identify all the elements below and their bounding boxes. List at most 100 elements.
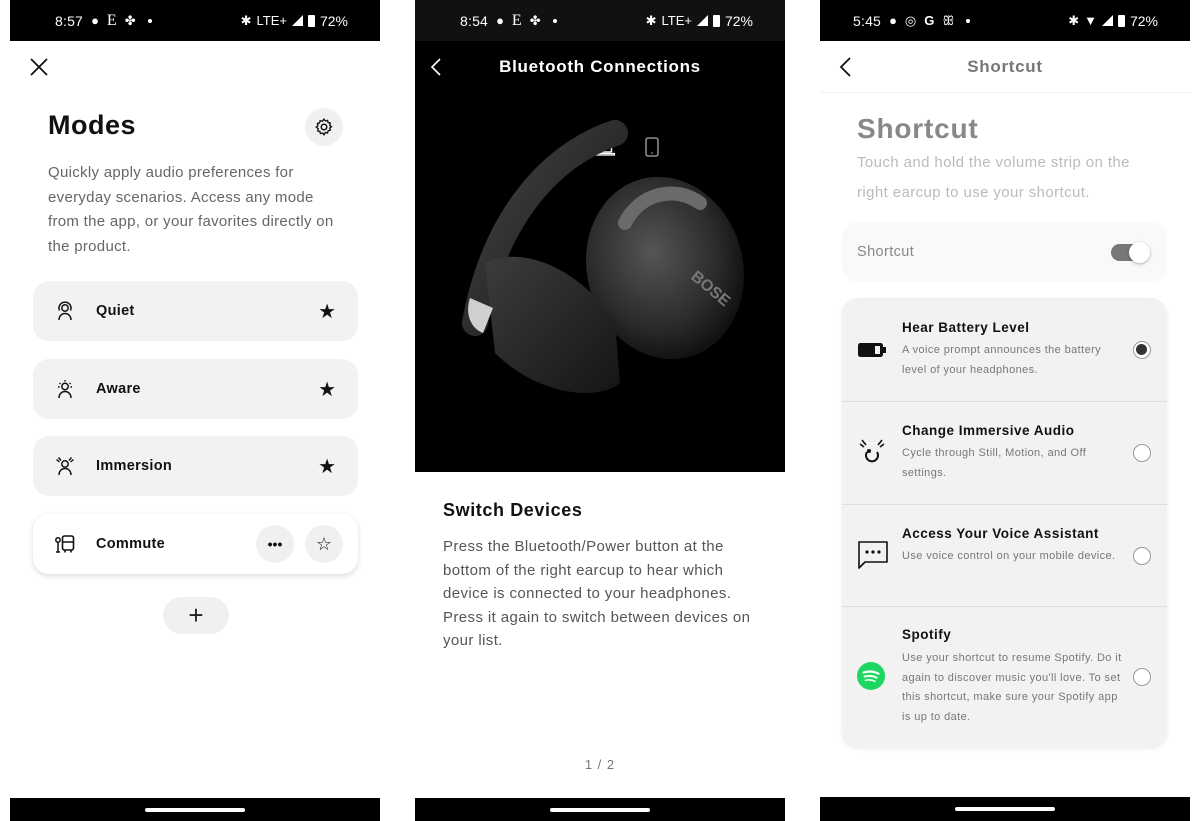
aware-mode-icon [58, 380, 72, 399]
status-time: 8:54 [460, 12, 489, 29]
option-spotify[interactable]: Spotify Use your shortcut to resume Spot… [842, 606, 1167, 747]
network-type: LTE+ [661, 13, 692, 28]
app-header: Bluetooth Connections [415, 41, 785, 93]
signal-icon [696, 15, 708, 26]
shortcut-toggle[interactable] [1111, 242, 1150, 263]
headphones-image: BOSE [415, 93, 785, 472]
section-description: Press the Bluetooth/Power button at the … [443, 538, 751, 649]
wifi-icon: ▼ [1084, 13, 1097, 28]
page-indicator: 1 / 2 [584, 757, 616, 772]
mode-label: Immersion [96, 458, 173, 474]
network-type: LTE+ [256, 13, 287, 28]
battery-percent: 72% [724, 12, 753, 29]
settings-button[interactable] [305, 108, 343, 146]
commute-mode-icon [55, 535, 75, 553]
page-title: Modes [48, 110, 137, 140]
gear-icon [315, 118, 333, 136]
battery-icon [307, 14, 315, 27]
favorite-star-filled-icon[interactable]: ★ [318, 454, 336, 479]
e-app-icon: E [106, 11, 117, 29]
bluetooth-connections-screen: 8:54 ● E ✤ ✱ LTE+ 72% Bluetooth Connecti… [415, 0, 785, 821]
status-bar: 8:54 ● E ✤ ✱ LTE+ 72% [415, 0, 785, 41]
people-icon: ꕥ [942, 13, 955, 28]
pinwheel-icon: ✤ [124, 13, 136, 28]
status-bar: 5:45 ● ◎ G ꕥ ✱ ▼ 72% [820, 0, 1190, 41]
more-notifications-dot [147, 18, 152, 23]
header-title: Bluetooth Connections [499, 57, 701, 76]
more-notifications-dot [966, 18, 971, 23]
more-notifications-dot [552, 18, 557, 23]
mode-card-commute[interactable]: Commute ••• ☆ [33, 514, 358, 574]
status-bar: 8:57 ● E ✤ ✱ LTE+ 72% [10, 0, 380, 41]
add-mode-button[interactable]: + [163, 597, 229, 634]
google-icon: G [924, 13, 935, 28]
option-title: Hear Battery Level [902, 320, 1030, 335]
toggle-knob [1129, 242, 1150, 263]
shortcut-toggle-row: Shortcut [842, 222, 1167, 282]
shortcut-screen: 5:45 ● ◎ G ꕥ ✱ ▼ 72% Shortcut Shortcut T… [820, 0, 1190, 821]
option-title: Spotify [902, 627, 952, 642]
radio-selected[interactable] [1133, 341, 1151, 359]
bluetooth-icon: ✱ [645, 13, 657, 28]
radio-unselected[interactable] [1133, 547, 1151, 565]
mode-label: Aware [96, 381, 141, 397]
message-icon: ● [91, 13, 99, 28]
pinwheel-icon: ✤ [529, 13, 541, 28]
app-header: Shortcut [820, 41, 1190, 93]
mode-card-quiet[interactable]: Quiet ★ [33, 281, 358, 341]
home-handle[interactable] [145, 807, 245, 812]
battery-icon [858, 343, 886, 357]
home-handle[interactable] [955, 807, 1055, 811]
immersive-audio-icon [859, 439, 885, 463]
favorite-star-filled-icon[interactable]: ★ [318, 299, 336, 324]
battery-percent: 72% [319, 12, 348, 29]
option-description: A voice prompt announces the battery lev… [902, 344, 1102, 376]
mode-card-immersion[interactable]: Immersion ★ [33, 436, 358, 496]
radio-unselected[interactable] [1133, 444, 1151, 462]
signal-icon [291, 15, 303, 26]
section-title: Switch Devices [443, 500, 583, 520]
mode-label: Commute [96, 536, 165, 552]
signal-icon [1101, 15, 1113, 26]
option-description: Cycle through Still, Motion, and Off set… [902, 447, 1087, 479]
favorite-star-outline-icon[interactable]: ☆ [305, 525, 343, 563]
message-icon: ● [496, 13, 504, 28]
option-description: Use voice control on your mobile device. [902, 550, 1116, 562]
whatsapp-icon: ◎ [904, 13, 917, 28]
status-time: 8:57 [55, 12, 84, 29]
modes-screen: 8:57 ● E ✤ ✱ LTE+ 72% Modes Quickly appl… [10, 0, 380, 821]
gesture-nav-bar [820, 797, 1190, 821]
battery-icon [1117, 14, 1125, 27]
header-title: Shortcut [967, 57, 1043, 76]
message-icon: ● [889, 13, 897, 28]
option-title: Access Your Voice Assistant [902, 526, 1099, 541]
gesture-nav-bar [415, 798, 785, 821]
quiet-mode-icon [58, 301, 72, 321]
mode-label: Quiet [96, 303, 135, 319]
close-button[interactable] [28, 56, 50, 78]
battery-percent: 72% [1129, 12, 1158, 29]
mode-card-aware[interactable]: Aware ★ [33, 359, 358, 419]
option-access-voice-assistant[interactable]: Access Your Voice Assistant Use voice co… [842, 504, 1167, 606]
immersion-mode-icon [56, 457, 74, 476]
headphones-illustration: BOSE [462, 120, 745, 393]
shortcut-options-list: Hear Battery Level A voice prompt announ… [842, 298, 1167, 747]
spotify-icon [857, 662, 885, 690]
option-change-immersive-audio[interactable]: Change Immersive Audio Cycle through Sti… [842, 401, 1167, 504]
more-options-button[interactable]: ••• [256, 525, 294, 563]
home-handle[interactable] [550, 807, 650, 812]
radio-unselected[interactable] [1133, 668, 1151, 686]
bluetooth-icon: ✱ [1068, 13, 1080, 28]
option-description: Use your shortcut to resume Spotify. Do … [902, 652, 1122, 724]
gesture-nav-bar [10, 798, 380, 821]
status-time: 5:45 [853, 12, 882, 29]
option-hear-battery-level[interactable]: Hear Battery Level A voice prompt announ… [842, 298, 1167, 401]
favorite-star-filled-icon[interactable]: ★ [318, 377, 336, 402]
battery-icon [712, 14, 720, 27]
page-title: Shortcut [857, 113, 979, 144]
option-title: Change Immersive Audio [902, 423, 1075, 438]
bluetooth-icon: ✱ [240, 13, 252, 28]
e-app-icon: E [511, 11, 522, 29]
modes-description: Quickly apply audio preferences for ever… [48, 164, 334, 255]
close-icon [30, 58, 48, 76]
